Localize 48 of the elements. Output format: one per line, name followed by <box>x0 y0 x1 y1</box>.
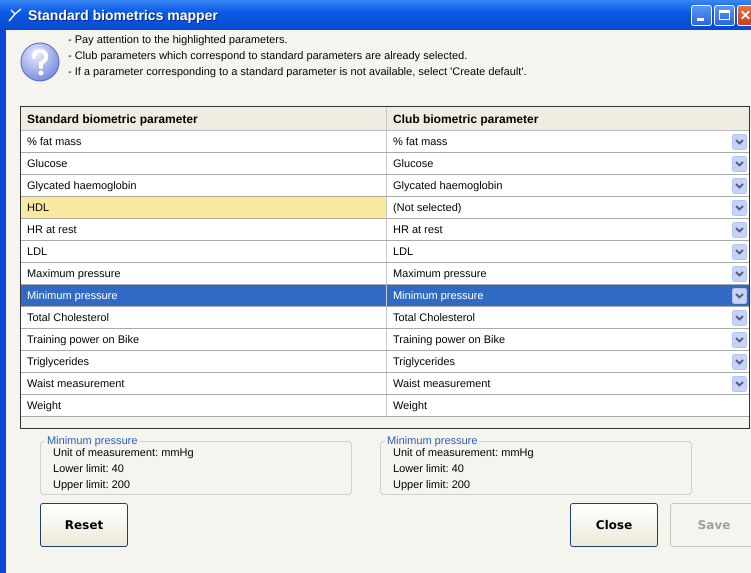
minimize-button[interactable] <box>691 4 712 26</box>
detail-text: Lower limit: 40 <box>53 463 125 475</box>
table-cell: HR at rest <box>21 219 387 240</box>
table-cell: LDL <box>21 241 387 262</box>
action-button[interactable]: Reset <box>40 503 128 547</box>
table-cell: Minimum pressure <box>21 285 387 306</box>
group-title: Minimum pressure <box>386 435 478 447</box>
instruction-text: - If a parameter corresponding to a standard parameter is not available, select 'Create default'. <box>68 66 527 78</box>
parameter-dropdown[interactable]: Maximum pressure <box>387 263 749 284</box>
column-header: Club biometric parameter <box>392 111 540 128</box>
parameter-dropdown[interactable]: % fat mass <box>387 131 749 152</box>
parameter-dropdown[interactable]: Training power on Bike <box>387 329 749 350</box>
table-cell: Total Cholesterol <box>21 307 387 328</box>
parameter-dropdown[interactable]: Triglycerides <box>387 351 749 372</box>
question-icon <box>20 42 60 82</box>
table-cell: Glucose <box>21 153 387 174</box>
table-cell: Glycated haemoglobin <box>21 175 387 196</box>
parameter-dropdown[interactable]: Glycated haemoglobin <box>387 175 749 196</box>
table-cell: Triglycerides <box>21 351 387 372</box>
detail-text: Upper limit: 200 <box>53 479 132 491</box>
detail-text: Upper limit: 200 <box>393 479 472 491</box>
table-cell: % fat mass <box>21 131 387 152</box>
parameter-dropdown[interactable]: Waist measurement <box>387 373 749 394</box>
parameter-dropdown[interactable]: HR at rest <box>387 219 749 240</box>
detail-text: Unit of measurement: mmHg <box>393 447 535 459</box>
group-title: Minimum pressure <box>46 435 138 447</box>
window-title: Standard biometrics mapper <box>28 7 218 23</box>
parameter-dropdown[interactable]: Glucose <box>387 153 749 174</box>
parameter-dropdown[interactable]: LDL <box>387 241 749 262</box>
instruction-text: - Club parameters which correspond to standard parameters are already selected. <box>68 50 468 62</box>
table-cell: Maximum pressure <box>21 263 387 284</box>
detail-text: Lower limit: 40 <box>393 463 465 475</box>
table-cell: Training power on Bike <box>21 329 387 350</box>
action-button[interactable]: Close <box>570 503 658 547</box>
column-header: Standard biometric parameter <box>21 107 387 130</box>
table-cell: Waist measurement <box>21 373 387 394</box>
app-icon <box>8 8 22 22</box>
instruction-text: - Pay attention to the highlighted parameters. <box>68 34 289 46</box>
close-icon <box>740 9 751 21</box>
maximize-button[interactable] <box>714 4 735 26</box>
parameter-dropdown[interactable]: (Not selected) <box>387 197 749 218</box>
parameter-dropdown[interactable]: Minimum pressure <box>387 285 749 306</box>
table-cell-text: Weight <box>392 398 428 414</box>
detail-text: Unit of measurement: mmHg <box>53 447 195 459</box>
parameter-dropdown[interactable]: Total Cholesterol <box>387 307 749 328</box>
close-button[interactable] <box>737 4 751 26</box>
table-cell: HDL <box>21 197 387 218</box>
table-cell: Weight <box>21 395 387 416</box>
